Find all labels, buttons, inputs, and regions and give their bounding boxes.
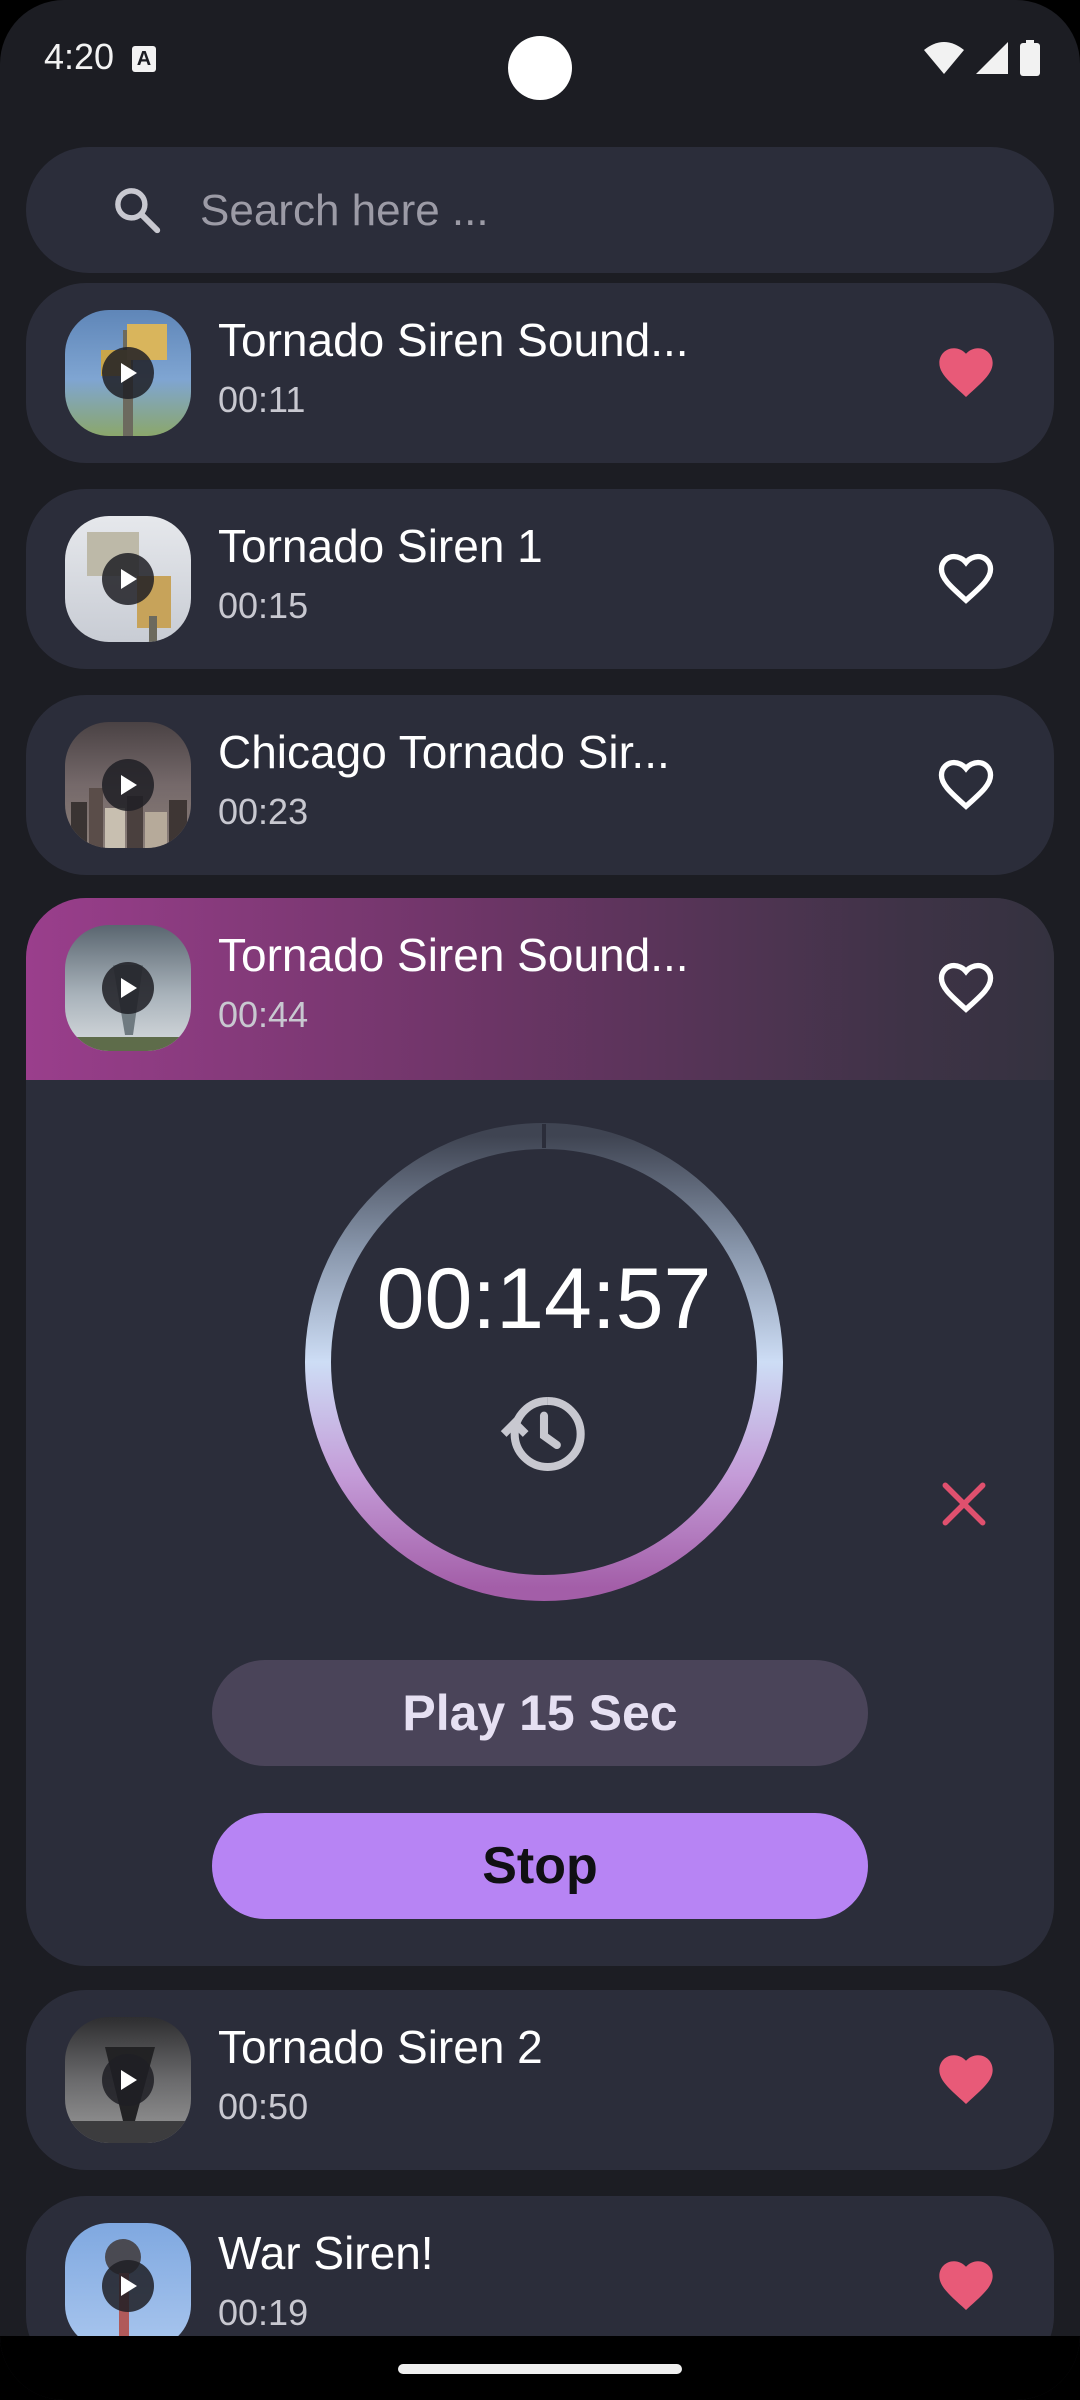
sound-title: War Siren! <box>218 2227 434 2279</box>
camera-cutout <box>508 36 572 100</box>
heart-filled-icon[interactable] <box>934 2254 998 2318</box>
search-icon[interactable] <box>110 183 164 237</box>
sound-thumbnail[interactable] <box>65 516 191 642</box>
signal-icon <box>976 42 1008 74</box>
wifi-icon <box>924 42 964 74</box>
status-icons <box>924 40 1040 76</box>
battery-icon <box>1020 40 1040 76</box>
sound-thumbnail[interactable] <box>65 310 191 436</box>
play-button[interactable] <box>102 759 154 811</box>
search-bar[interactable] <box>26 147 1054 273</box>
sound-thumbnail[interactable] <box>65 2017 191 2143</box>
expanded-player-card: Tornado Siren Sound... 00:44 00:14:57 Pl… <box>26 898 1054 1966</box>
timer-display: 00:14:57 <box>376 1251 712 1347</box>
timer-progress-ring <box>305 1123 783 1601</box>
play-button[interactable] <box>102 347 154 399</box>
heart-outline-icon[interactable] <box>934 753 998 817</box>
sound-title: Tornado Siren Sound... <box>218 314 689 366</box>
play-icon <box>121 363 137 383</box>
play-15-sec-button[interactable]: Play 15 Sec <box>212 1660 868 1766</box>
play-button[interactable] <box>102 962 154 1014</box>
heart-outline-icon[interactable] <box>934 547 998 611</box>
sound-duration: 00:11 <box>218 379 306 420</box>
play-icon <box>121 2070 137 2090</box>
sound-thumbnail[interactable] <box>65 925 191 1051</box>
play-icon <box>121 2276 137 2296</box>
sound-duration: 00:50 <box>218 2086 309 2127</box>
sound-title: Chicago Tornado Sir... <box>218 726 670 778</box>
status-bar: 4:20 A <box>0 0 1080 120</box>
home-indicator[interactable] <box>398 2364 682 2374</box>
sound-title: Tornado Siren 2 <box>218 2021 543 2073</box>
sound-duration: 00:23 <box>218 791 309 832</box>
list-item[interactable]: Chicago Tornado Sir... 00:23 <box>26 695 1054 875</box>
sound-duration: 00:19 <box>218 2292 309 2333</box>
sound-title: Tornado Siren Sound... <box>218 929 689 981</box>
play-icon <box>121 775 137 795</box>
play-button[interactable] <box>102 2260 154 2312</box>
sound-thumbnail[interactable] <box>65 722 191 848</box>
status-time: 4:20 <box>44 36 115 77</box>
close-icon[interactable] <box>936 1476 992 1532</box>
list-item[interactable]: Tornado Siren Sound... 00:11 <box>26 283 1054 463</box>
stop-button[interactable]: Stop <box>212 1813 868 1919</box>
a-notification-icon: A <box>132 46 156 72</box>
sound-duration: 00:44 <box>218 994 309 1035</box>
play-icon <box>121 978 137 998</box>
play-icon <box>121 569 137 589</box>
app-screen: 4:20 A Search here ... Tornado Siren Sou… <box>0 0 1080 2400</box>
sound-thumbnail[interactable] <box>65 2223 191 2349</box>
history-icon[interactable] <box>500 1390 588 1478</box>
list-item[interactable]: Tornado Siren 2 00:50 <box>26 1990 1054 2170</box>
heart-filled-icon[interactable] <box>934 2048 998 2112</box>
heart-filled-icon[interactable] <box>934 341 998 405</box>
now-playing-header[interactable]: Tornado Siren Sound... 00:44 <box>26 898 1054 1080</box>
play-button[interactable] <box>102 2054 154 2106</box>
play-button[interactable] <box>102 553 154 605</box>
list-item[interactable]: Tornado Siren 1 00:15 <box>26 489 1054 669</box>
sound-title: Tornado Siren 1 <box>218 520 543 572</box>
heart-outline-icon[interactable] <box>934 956 998 1020</box>
search-input[interactable] <box>198 175 1002 247</box>
sound-duration: 00:15 <box>218 585 309 626</box>
